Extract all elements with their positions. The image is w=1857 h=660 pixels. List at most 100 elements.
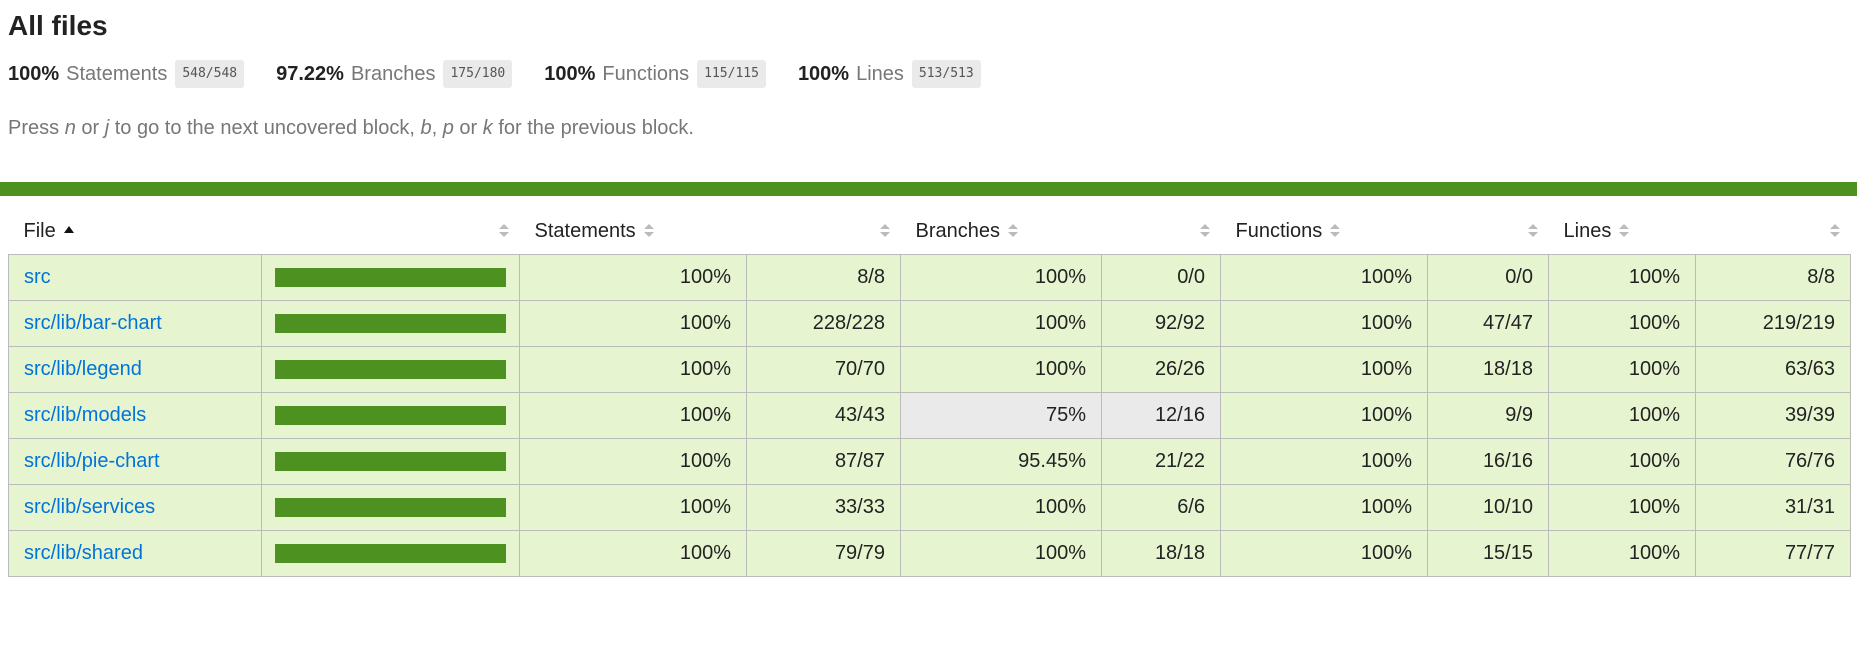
column-header-file[interactable]: File <box>9 208 262 255</box>
summary-branches-fraction: 175/180 <box>443 60 513 88</box>
coverage-bar-cell <box>261 392 520 439</box>
sort-icon <box>643 223 654 239</box>
page-header: All files 100% Statements 548/548 97.22%… <box>0 0 1857 140</box>
column-header-label: Lines <box>1563 219 1612 242</box>
branches-fraction: 21/22 <box>1101 438 1221 485</box>
column-header-functions-raw[interactable] <box>1428 208 1549 255</box>
statements-fraction: 33/33 <box>746 484 901 531</box>
sort-icon <box>1829 223 1840 239</box>
file-cell: src/lib/bar-chart <box>8 300 262 347</box>
lines-pct: 100% <box>1548 530 1696 577</box>
branches-pct: 95.45% <box>900 438 1102 485</box>
file-cell: src/lib/pie-chart <box>8 438 262 485</box>
file-cell: src <box>8 254 262 301</box>
column-header-statements-raw[interactable] <box>747 208 901 255</box>
branches-pct: 100% <box>900 300 1102 347</box>
table-row: src/lib/services 100% 33/33 100% 6/6 100… <box>8 484 1851 531</box>
lines-fraction: 39/39 <box>1695 392 1851 439</box>
column-header-label: Statements <box>534 219 636 242</box>
lines-fraction: 31/31 <box>1695 484 1851 531</box>
hint-text: or <box>75 117 105 139</box>
summary-lines-fraction: 513/513 <box>911 60 981 88</box>
table-header-row: File Statements Branches Functions Lines <box>9 208 1851 255</box>
hint-text: , <box>431 117 443 139</box>
branches-fraction: 0/0 <box>1101 254 1221 301</box>
table-row: src/lib/legend 100% 70/70 100% 26/26 100… <box>8 346 1851 393</box>
coverage-bar-cell <box>261 346 520 393</box>
hint-key: p <box>442 117 454 139</box>
summary-branches: 97.22% Branches 175/180 <box>276 60 513 88</box>
file-link[interactable]: src/lib/services <box>24 496 155 518</box>
summary-statements-label: Statements <box>66 62 168 85</box>
branches-fraction: 6/6 <box>1101 484 1221 531</box>
sort-icon <box>1008 223 1018 239</box>
column-header-branches-raw[interactable] <box>1102 208 1221 255</box>
file-cell: src/lib/services <box>8 484 262 531</box>
coverage-bar <box>275 360 506 379</box>
hint-text: Press <box>8 117 65 139</box>
functions-fraction: 9/9 <box>1427 392 1549 439</box>
column-header-lines-raw[interactable] <box>1696 208 1851 255</box>
coverage-bar <box>275 406 506 425</box>
functions-pct: 100% <box>1220 484 1428 531</box>
column-header-label: Functions <box>1235 219 1323 242</box>
statements-fraction: 8/8 <box>746 254 901 301</box>
statements-pct: 100% <box>519 254 747 301</box>
file-link[interactable]: src/lib/pie-chart <box>24 450 160 472</box>
statements-pct: 100% <box>519 530 747 577</box>
coverage-status-bar <box>0 182 1857 196</box>
statements-pct: 100% <box>519 484 747 531</box>
functions-fraction: 10/10 <box>1427 484 1549 531</box>
branches-pct: 100% <box>900 530 1102 577</box>
statements-pct: 100% <box>519 438 747 485</box>
table-row: src/lib/models 100% 43/43 75% 12/16 100%… <box>8 392 1851 439</box>
file-link[interactable]: src/lib/bar-chart <box>24 312 162 334</box>
hint-text: or <box>453 117 483 139</box>
column-header-file-coverage-bar[interactable] <box>262 208 520 255</box>
file-cell: src/lib/models <box>8 392 262 439</box>
coverage-bar <box>275 268 506 287</box>
summary-statements-fraction: 548/548 <box>175 60 245 88</box>
sort-icon <box>1199 223 1210 239</box>
hint-text: to go to the next uncovered block, <box>109 117 421 139</box>
lines-pct: 100% <box>1548 392 1696 439</box>
summary-lines-pct: 100% <box>797 62 850 85</box>
summary-branches-label: Branches <box>350 62 436 85</box>
hint-key: k <box>482 117 493 139</box>
file-link[interactable]: src/lib/legend <box>24 358 142 380</box>
statements-fraction: 43/43 <box>746 392 901 439</box>
statements-pct: 100% <box>519 300 747 347</box>
coverage-bar <box>275 544 506 563</box>
statements-fraction: 228/228 <box>746 300 901 347</box>
branches-fraction: 12/16 <box>1101 392 1221 439</box>
file-link[interactable]: src <box>24 266 51 288</box>
summary-branches-pct: 97.22% <box>276 62 344 85</box>
summary-statements: 100% Statements 548/548 <box>8 60 245 88</box>
lines-pct: 100% <box>1548 484 1696 531</box>
file-link[interactable]: src/lib/models <box>24 404 146 426</box>
hint-key: n <box>64 117 76 139</box>
table-row: src/lib/pie-chart 100% 87/87 95.45% 21/2… <box>8 438 1851 485</box>
functions-pct: 100% <box>1220 438 1428 485</box>
column-header-statements[interactable]: Statements <box>520 208 747 255</box>
functions-pct: 100% <box>1220 392 1428 439</box>
hint-text: for the previous block. <box>492 117 694 139</box>
sort-icon <box>879 223 890 239</box>
coverage-bar <box>275 498 506 517</box>
summary-functions-pct: 100% <box>544 62 596 85</box>
branches-fraction: 92/92 <box>1101 300 1221 347</box>
column-header-branches[interactable]: Branches <box>901 208 1102 255</box>
functions-fraction: 16/16 <box>1427 438 1549 485</box>
statements-pct: 100% <box>519 346 747 393</box>
hint-key: b <box>420 117 432 139</box>
functions-fraction: 47/47 <box>1427 300 1549 347</box>
file-cell: src/lib/legend <box>8 346 262 393</box>
functions-fraction: 18/18 <box>1427 346 1549 393</box>
lines-pct: 100% <box>1548 254 1696 301</box>
lines-fraction: 63/63 <box>1695 346 1851 393</box>
column-header-lines[interactable]: Lines <box>1549 208 1696 255</box>
file-link[interactable]: src/lib/shared <box>24 542 143 564</box>
column-header-label: Branches <box>915 219 1001 242</box>
summary-functions-label: Functions <box>602 62 690 85</box>
column-header-functions[interactable]: Functions <box>1221 208 1428 255</box>
